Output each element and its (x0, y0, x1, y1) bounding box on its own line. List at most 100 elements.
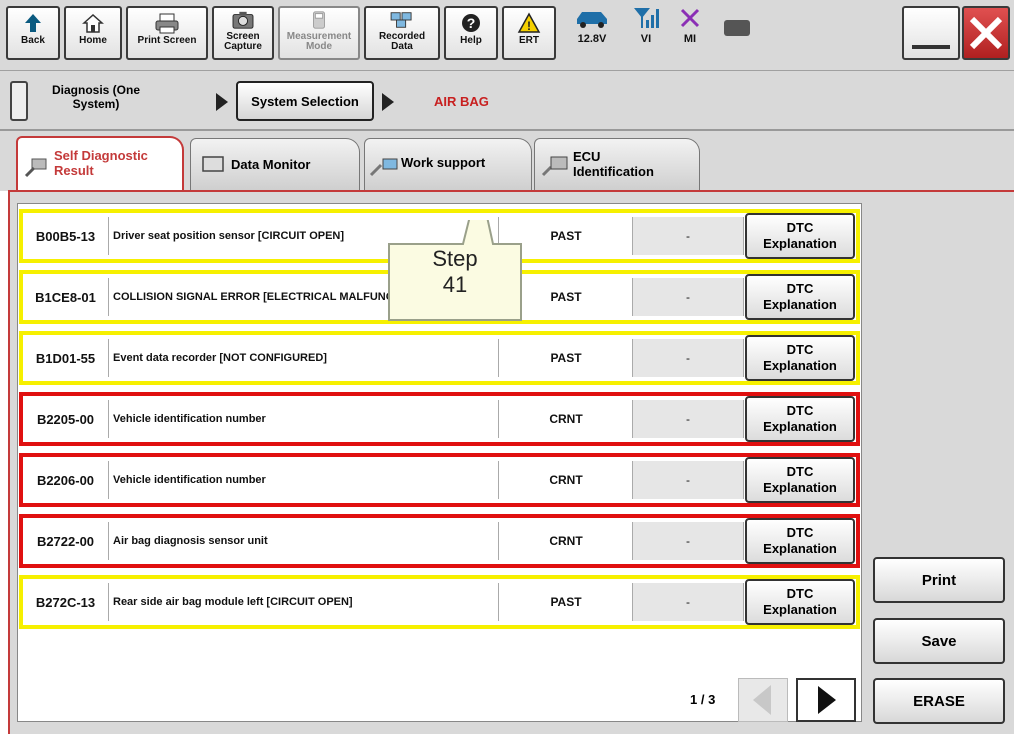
dtc-status: PAST (500, 583, 633, 621)
mi-label: MI (683, 33, 697, 45)
ecu-icon (541, 156, 568, 177)
minimize-button[interactable] (902, 6, 960, 60)
table-row: B2206-00 Vehicle identification number CRN… (19, 453, 860, 507)
callout-step-label: Step (432, 246, 478, 271)
dtc-code: B00B5-13 (23, 217, 109, 255)
ert-label: ERT (519, 35, 539, 46)
ecu-label-1: ECU (573, 149, 601, 164)
self-diagnostic-icon (24, 158, 47, 178)
dtc-value: - (633, 339, 744, 377)
breadcrumb-diagnosis[interactable]: Diagnosis (One System) (52, 83, 140, 111)
dtc-value: - (633, 522, 744, 560)
self-diagnostic-label-2: Result (54, 163, 94, 178)
dtc-code: B1D01-55 (23, 339, 109, 377)
vi-status: VI (626, 6, 666, 45)
table-row: B2205-00 Vehicle identification number CRN… (19, 392, 860, 446)
minimize-icon (912, 45, 950, 49)
screen-capture-button[interactable]: Screen Capture (212, 6, 274, 60)
dtc-explanation-button[interactable]: DTC Explanation (745, 274, 855, 320)
dtc-value: - (633, 217, 744, 255)
table-row: B272C-13 Rear side air bag module left [C… (19, 575, 860, 629)
arrow-right-icon (216, 93, 228, 111)
ert-button[interactable]: ! ERT (502, 6, 556, 60)
breadcrumb: Diagnosis (One System) System Selection … (0, 71, 1014, 131)
tab-self-diagnostic-result[interactable]: Self Diagnostic Result (16, 136, 184, 192)
measurement-label-2: Mode (305, 41, 333, 52)
dtc-button-label-1: DTC (786, 525, 814, 540)
dtc-description: Air bag diagnosis sensor unit (109, 522, 499, 560)
dtc-value: - (633, 461, 744, 499)
dtc-button-label-2: Explanation (763, 602, 837, 617)
dtc-explanation-button[interactable]: DTC Explanation (745, 335, 855, 381)
dtc-button-label-2: Explanation (763, 480, 837, 495)
print-button[interactable]: Print (873, 557, 1005, 603)
home-button[interactable]: Home (64, 6, 122, 60)
dtc-button-label-1: DTC (786, 464, 814, 479)
tab-ecu-identification[interactable]: ECU Identification (534, 138, 700, 190)
save-button[interactable]: Save (873, 618, 1005, 664)
back-button[interactable]: Back (6, 6, 60, 60)
help-button[interactable]: ? Help (444, 6, 498, 60)
battery-voltage-status: 12.8V (560, 6, 624, 45)
svg-text:!: ! (527, 19, 531, 33)
battery-icon (724, 20, 750, 36)
diagnosis-label-2: System) (72, 97, 120, 111)
dtc-code: B1CE8-01 (23, 278, 109, 316)
toolbar: Back Home Print Screen Screen Capture Me… (0, 0, 1014, 71)
dtc-code: B2205-00 (23, 400, 109, 438)
arrow-right-icon (382, 93, 394, 111)
dtc-status: CRNT (500, 522, 633, 560)
help-icon: ? (462, 14, 480, 32)
dtc-code: B2206-00 (23, 461, 109, 499)
signal-icon (634, 8, 659, 28)
dtc-explanation-button[interactable]: DTC Explanation (745, 518, 855, 564)
current-system-label: AIR BAG (434, 94, 489, 109)
dtc-explanation-button[interactable]: DTC Explanation (745, 213, 855, 259)
camera-icon (232, 11, 254, 29)
dtc-button-label-2: Explanation (763, 358, 837, 373)
system-selection-label: System Selection (251, 93, 359, 109)
arrow-right-icon (818, 686, 836, 714)
self-diagnostic-label-1: Self Diagnostic (54, 148, 148, 163)
dtc-description: Vehicle identification number (109, 400, 499, 438)
dtc-explanation-button[interactable]: DTC Explanation (745, 579, 855, 625)
step-callout: Step 41 (385, 220, 525, 325)
print-screen-button[interactable]: Print Screen (126, 6, 208, 60)
tab-work-support[interactable]: Work support (364, 138, 532, 190)
dtc-explanation-button[interactable]: DTC Explanation (745, 457, 855, 503)
callout-step-number: 41 (442, 272, 468, 297)
close-button[interactable] (962, 6, 1010, 60)
recorded-label-2: Data (391, 41, 413, 52)
tab-data-monitor[interactable]: Data Monitor (190, 138, 360, 190)
recorded-data-button[interactable]: Recorded Data (364, 6, 440, 60)
dtc-status: CRNT (500, 461, 633, 499)
back-label: Back (21, 35, 45, 46)
voltage-value: 12.8V (577, 33, 607, 45)
dtc-description: Event data recorder [NOT CONFIGURED] (109, 339, 499, 377)
diagnosis-label-1: Diagnosis (One (52, 83, 141, 97)
print-label: Print (921, 571, 957, 589)
monitor-icon (202, 156, 224, 172)
prev-page-button[interactable] (738, 678, 788, 722)
dtc-button-label-1: DTC (786, 281, 814, 296)
home-label: Home (79, 35, 107, 46)
dtc-explanation-button[interactable]: DTC Explanation (745, 396, 855, 442)
printer-icon (155, 13, 179, 34)
dtc-button-label-2: Explanation (763, 236, 837, 251)
measurement-mode-button[interactable]: Measurement Mode (278, 6, 360, 60)
mi-status: MI (670, 6, 710, 45)
data-monitor-label: Data Monitor (231, 157, 311, 172)
dtc-description: Rear side air bag module left [CIRCUIT O… (109, 583, 499, 621)
dtc-button-label-1: DTC (786, 403, 814, 418)
print-screen-label: Print Screen (137, 35, 197, 46)
screen-capture-label-2: Capture (224, 41, 262, 52)
back-arrow-icon (25, 14, 41, 32)
next-page-button[interactable] (796, 678, 856, 722)
car-icon (577, 12, 607, 28)
dtc-code: B2722-00 (23, 522, 109, 560)
system-selection-button[interactable]: System Selection (236, 81, 374, 121)
erase-label: ERASE (913, 692, 965, 710)
dtc-value: - (633, 400, 744, 438)
erase-button[interactable]: ERASE (873, 678, 1005, 724)
table-row: B1D01-55 Event data recorder [NOT CONFIGU… (19, 331, 860, 385)
